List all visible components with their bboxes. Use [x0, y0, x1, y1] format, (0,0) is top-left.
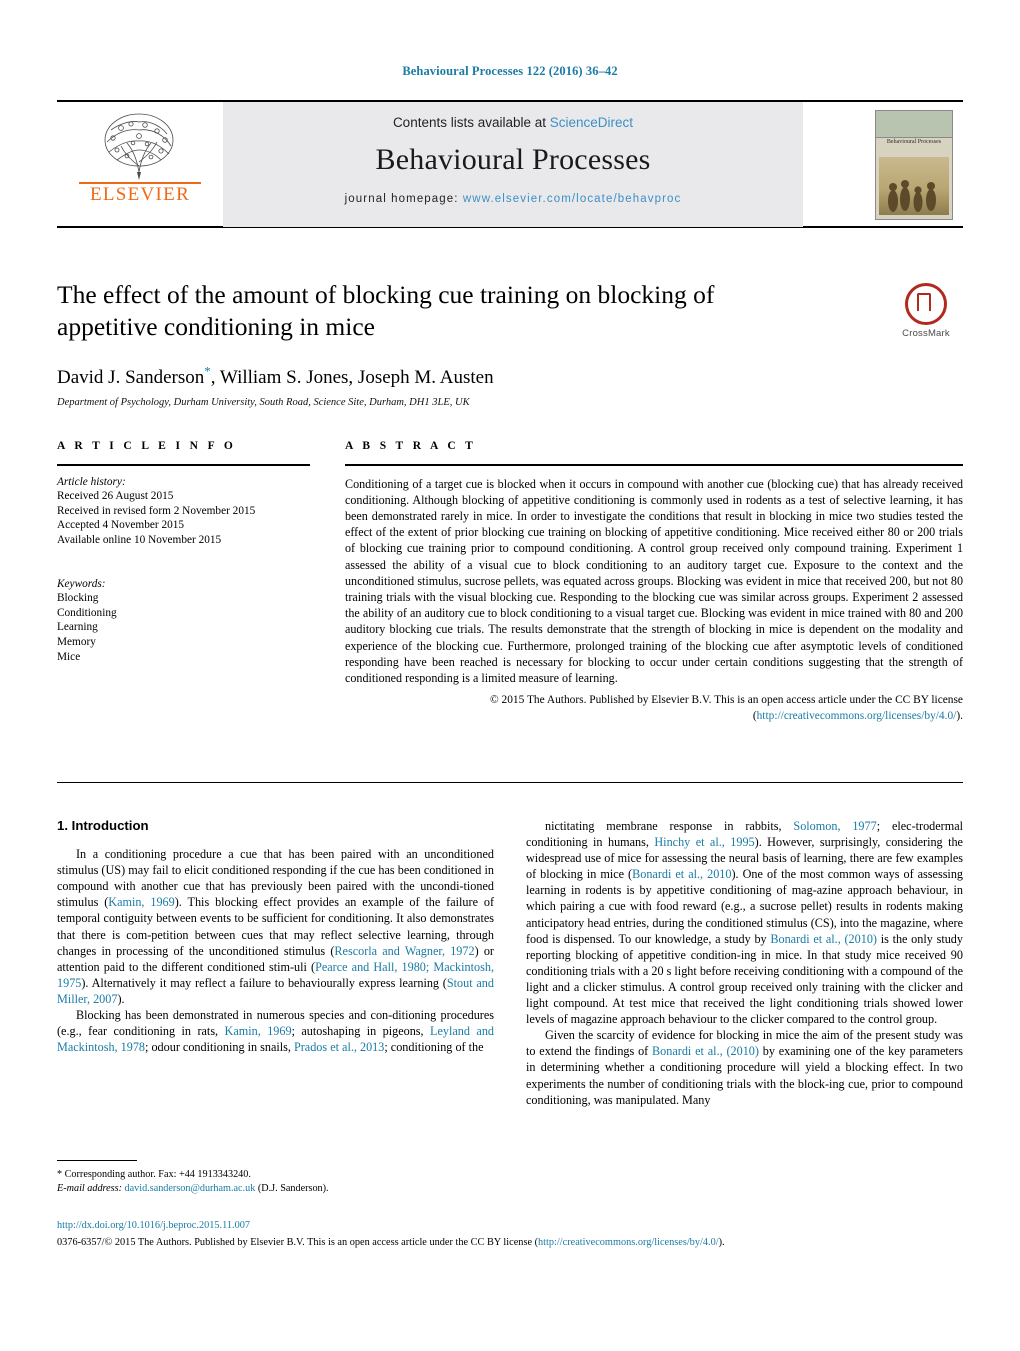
citation-link[interactable]: Kamin, 1969	[225, 1024, 292, 1038]
author-name-primary: David J. Sanderson	[57, 367, 205, 389]
body-column-left: 1. Introduction In a conditioning proced…	[57, 818, 494, 1055]
citation-link[interactable]: Hinchy et al., 1995	[654, 835, 754, 849]
doi-link[interactable]: http://dx.doi.org/10.1016/j.beproc.2015.…	[57, 1219, 963, 1234]
footnote-rule	[57, 1160, 137, 1162]
page-title: The effect of the amount of blocking cue…	[57, 280, 715, 341]
corresponding-author-footnote: * Corresponding author. Fax: +44 1913343…	[57, 1160, 494, 1195]
citation-link[interactable]: Bonardi et al., 2010	[632, 867, 731, 881]
abstract-bottom-rule	[57, 782, 963, 784]
article-info-section: A R T I C L E I N F O Article history: R…	[57, 440, 310, 664]
paragraph: In a conditioning procedure a cue that h…	[57, 846, 494, 1007]
footer-cc-license-link[interactable]: http://creativecommons.org/licenses/by/4…	[538, 1237, 719, 1248]
copyright-text: © 2015 The Authors. Published by Elsevie…	[490, 694, 963, 707]
email-link[interactable]: david.sanderson@durham.ac.uk	[125, 1183, 256, 1194]
citation-link[interactable]: Bonardi et al., (2010)	[770, 932, 877, 946]
paragraph: nictitating membrane response in rabbits…	[526, 818, 963, 1027]
author-names: David J. Sanderson*, William S. Jones, J…	[57, 364, 494, 389]
keywords-label: Keywords:	[57, 577, 106, 590]
journal-cover-thumbnail: Behavioural Processes	[875, 110, 953, 220]
issn-copyright-text: 0376-6357/© 2015 The Authors. Published …	[57, 1236, 539, 1248]
crossmark-icon	[905, 283, 947, 325]
citation-link[interactable]: Prados et al., 2013	[294, 1040, 384, 1054]
journal-masthead: ELSEVIER Contents lists available at Sci…	[57, 100, 963, 228]
elsevier-wordmark: ELSEVIER	[89, 184, 191, 205]
elsevier-tree-icon	[87, 110, 191, 182]
masthead-center: Contents lists available at ScienceDirec…	[223, 102, 803, 227]
footer-license-close: ).	[718, 1236, 725, 1248]
article-info-heading: A R T I C L E I N F O	[57, 440, 237, 452]
email-line: E-mail address: david.sanderson@durham.a…	[57, 1182, 494, 1196]
paragraph-text: ; conditioning of the	[384, 1040, 484, 1055]
cover-photo	[879, 157, 949, 215]
journal-article-page: Behavioural Processes 122 (2016) 36–42 E…	[0, 0, 1020, 1351]
article-history-block: Article history: Received 26 August 2015…	[57, 475, 310, 548]
title-block: The effect of the amount of blocking cue…	[57, 279, 797, 408]
author-names-rest: , William S. Jones, Joseph M. Austen	[210, 367, 494, 389]
paragraph: Given the scarcity of evidence for block…	[526, 1027, 963, 1107]
citation-link[interactable]: Solomon, 1977	[793, 819, 876, 833]
paragraph-text: ; odour conditioning in snails,	[145, 1040, 294, 1055]
history-item: Accepted 4 November 2015	[57, 519, 185, 532]
history-item: Received in revised form 2 November 2015	[57, 504, 256, 517]
cc-license-link[interactable]: http://creativecommons.org/licenses/by/4…	[757, 710, 957, 722]
abstract-heading: A B S T R A C T	[345, 440, 477, 452]
sciencedirect-link[interactable]: ScienceDirect	[550, 115, 633, 130]
section-heading-introduction: 1. Introduction	[57, 818, 149, 833]
abstract-text: Conditioning of a target cue is blocked …	[345, 476, 963, 686]
article-info-rule	[57, 464, 310, 466]
running-head: Behavioural Processes 122 (2016) 36–42	[402, 64, 618, 78]
keyword-item: Memory	[57, 635, 96, 648]
cover-top-strip	[876, 111, 952, 138]
keyword-item: Conditioning	[57, 606, 117, 619]
journal-homepage-link[interactable]: www.elsevier.com/locate/behavproc	[463, 193, 681, 205]
keyword-item: Learning	[57, 621, 98, 634]
homepage-prefix: journal homepage:	[344, 193, 463, 205]
contents-available-line: Contents lists available at ScienceDirec…	[223, 115, 803, 130]
keywords-block: Keywords: Blocking Conditioning Learning…	[57, 577, 310, 665]
citation-link[interactable]: Bonardi et al., (2010)	[652, 1044, 759, 1058]
contents-prefix: Contents lists available at	[392, 115, 550, 130]
crossmark-label: CrossMark	[902, 328, 950, 339]
paragraph: Blocking has been demonstrated in numero…	[57, 1007, 494, 1055]
keyword-item: Blocking	[57, 592, 99, 605]
page-footer: http://dx.doi.org/10.1016/j.beproc.2015.…	[57, 1219, 963, 1250]
paragraph-text: ). Alternatively it may reflect a failur…	[81, 975, 447, 990]
author-list: David J. Sanderson*, William S. Jones, J…	[57, 360, 797, 389]
elsevier-logo: ELSEVIER	[65, 108, 215, 221]
corresponding-author-line: * Corresponding author. Fax: +44 1913343…	[57, 1169, 251, 1181]
abstract-copyright: © 2015 The Authors. Published by Elsevie…	[345, 693, 963, 724]
abstract-rule	[345, 464, 963, 466]
citation-link[interactable]: Rescorla and Wagner, 1972	[334, 944, 474, 958]
license-paren-close: ).	[956, 709, 963, 722]
paragraph-text: ).	[117, 991, 125, 1006]
body-column-right: nictitating membrane response in rabbits…	[526, 818, 963, 1108]
keyword-item: Mice	[57, 650, 81, 663]
abstract-section: A B S T R A C T Conditioning of a target…	[345, 440, 963, 724]
article-history-label: Article history:	[57, 475, 126, 488]
author-affiliation: Department of Psychology, Durham Univers…	[57, 397, 470, 409]
crossmark-badge[interactable]: CrossMark	[884, 283, 968, 343]
journal-homepage-line: journal homepage: www.elsevier.com/locat…	[223, 193, 803, 205]
citation-link[interactable]: Kamin, 1969	[108, 895, 174, 909]
journal-title: Behavioural Processes	[375, 143, 651, 176]
cover-journal-title: Behavioural Processes	[886, 139, 942, 145]
email-label: E-mail address:	[57, 1182, 122, 1194]
paragraph-text: ; autoshaping in pigeons,	[291, 1024, 431, 1039]
footer-copyright-line: 0376-6357/© 2015 The Authors. Published …	[57, 1236, 963, 1251]
history-item: Received 26 August 2015	[57, 490, 174, 503]
paragraph-text: nictitating membrane response in rabbits…	[545, 819, 794, 833]
email-suffix: (D.J. Sanderson).	[255, 1182, 329, 1194]
history-item: Available online 10 November 2015	[57, 533, 222, 546]
